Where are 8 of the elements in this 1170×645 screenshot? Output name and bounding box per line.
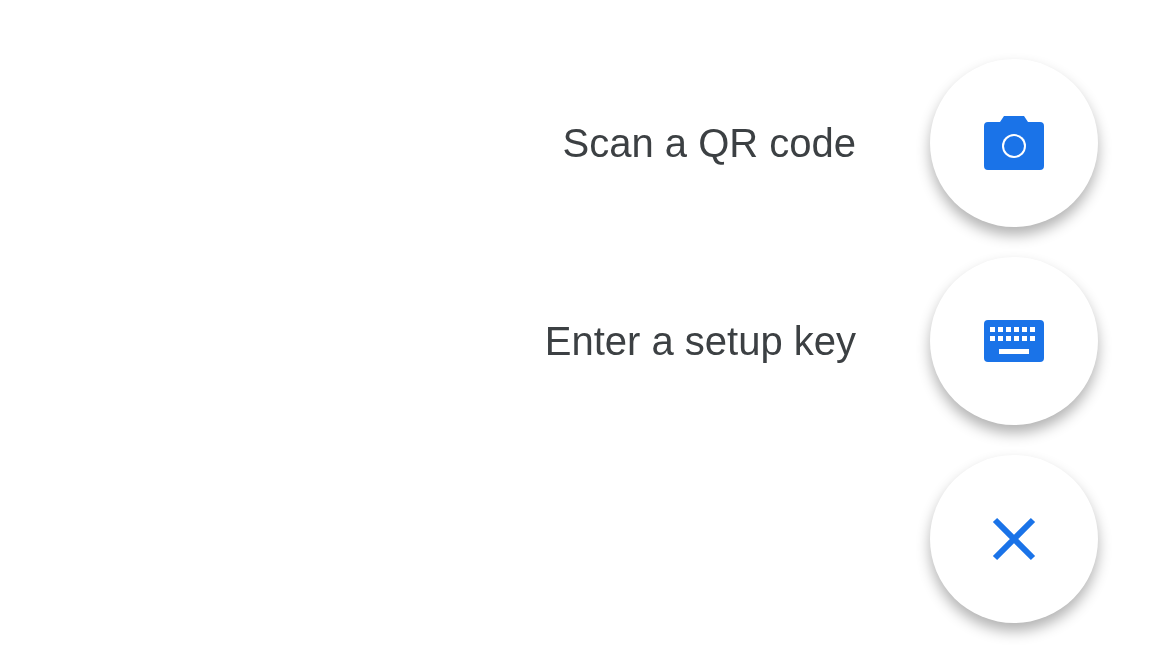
camera-button[interactable] <box>930 59 1098 227</box>
camera-icon <box>984 116 1044 170</box>
action-label[interactable]: Enter a setup key <box>544 311 856 371</box>
close-button[interactable] <box>930 455 1098 623</box>
action-label[interactable]: Scan a QR code <box>562 113 856 173</box>
keyboard-icon <box>984 320 1044 362</box>
keyboard-button[interactable] <box>930 257 1098 425</box>
close-icon <box>992 517 1036 561</box>
